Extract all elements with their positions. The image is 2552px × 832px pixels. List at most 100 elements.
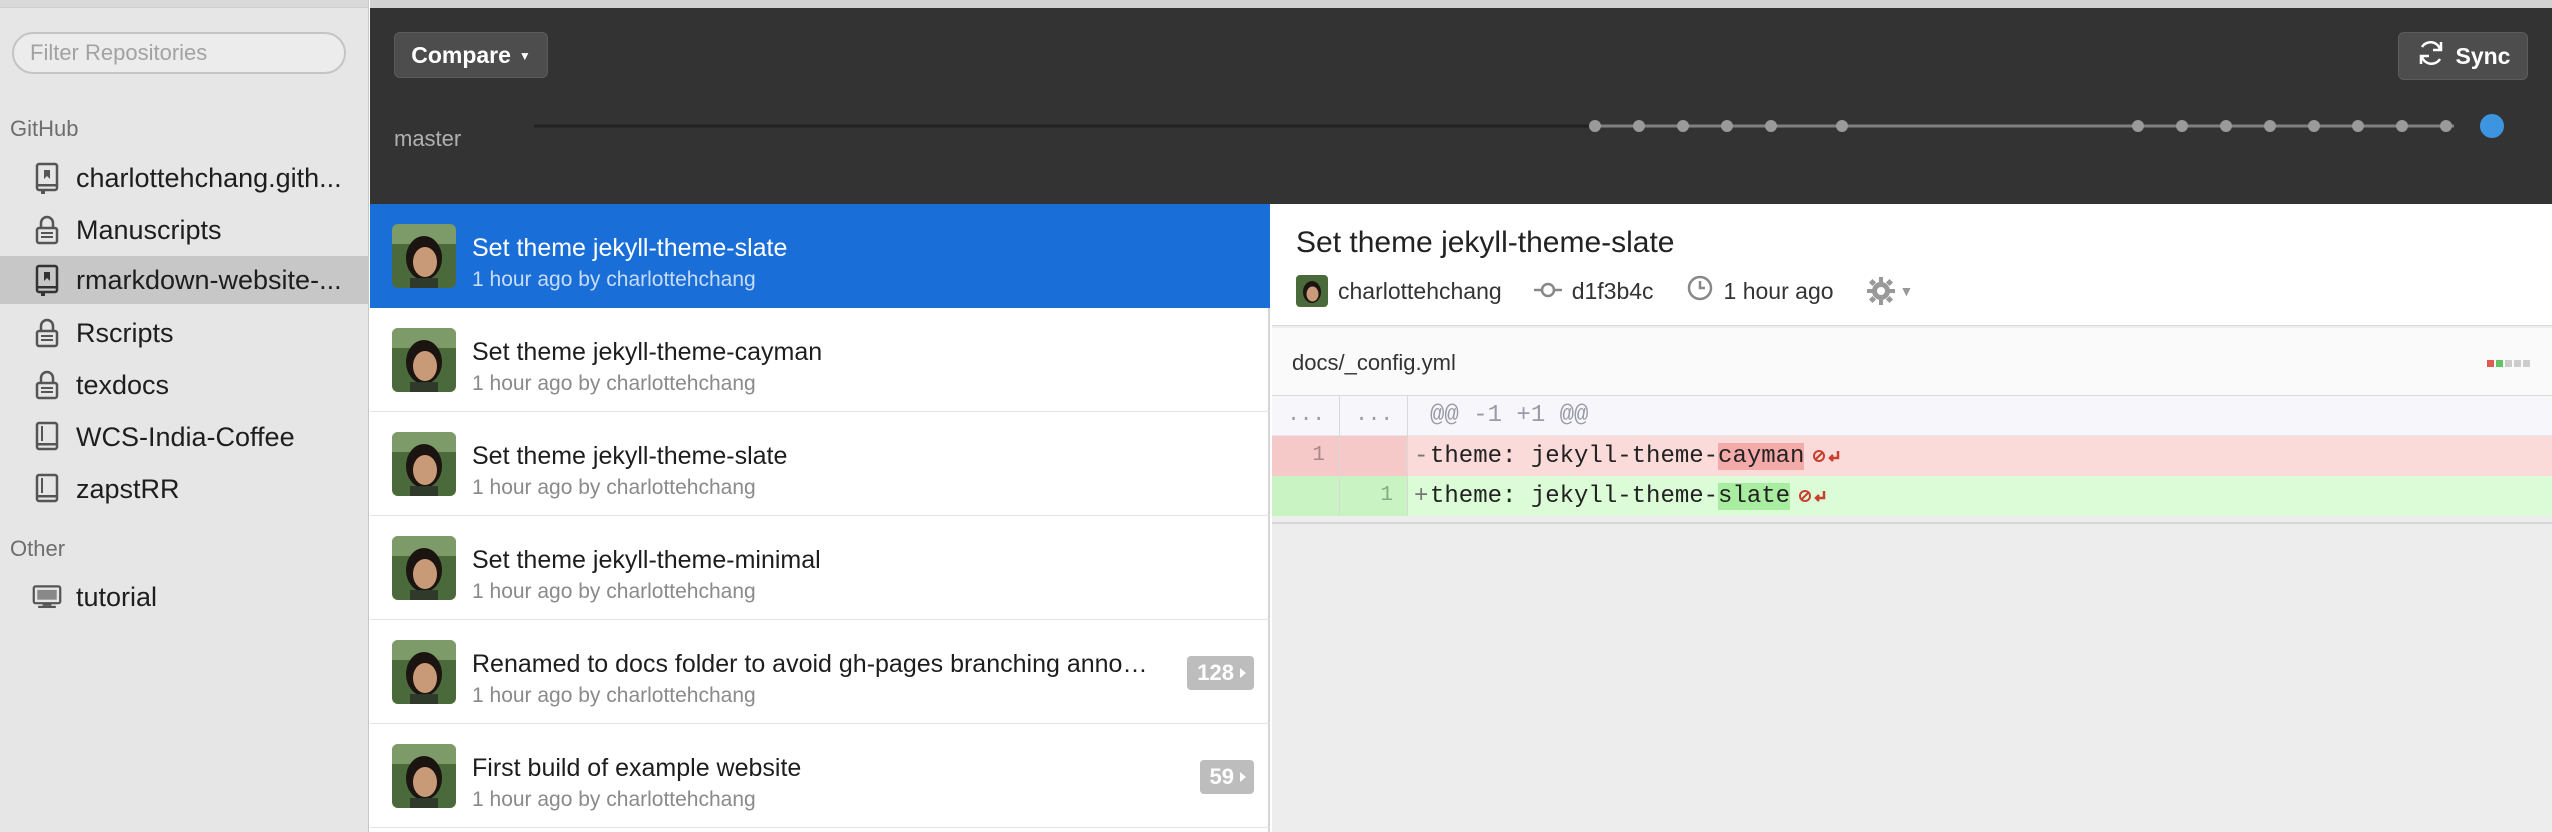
caret-down-icon: ▼ bbox=[518, 49, 531, 63]
repo-item[interactable]: WCS-India-Coffee bbox=[0, 413, 368, 461]
commit-title: Renamed to docs folder to avoid gh-pages… bbox=[472, 650, 1152, 678]
arrow-right-icon bbox=[1240, 668, 1246, 678]
lock-icon bbox=[32, 316, 62, 350]
commit-detail-title: Set theme jekyll-theme-slate bbox=[1296, 226, 1675, 259]
compare-label: Compare bbox=[411, 41, 511, 68]
computer-icon bbox=[32, 580, 62, 614]
clock-icon bbox=[1686, 274, 1714, 308]
commit-title: Set theme jekyll-theme-cayman bbox=[472, 338, 823, 366]
avatar bbox=[392, 328, 456, 392]
diff-view: ... ... @@ -1 +1 @@ 1 - theme: jekyll-the… bbox=[1272, 395, 2552, 516]
gear-icon[interactable]: ▼ bbox=[1866, 276, 1914, 306]
avatar bbox=[392, 640, 456, 704]
section-title-other: Other bbox=[10, 536, 66, 561]
commit-detail-header: Set theme jekyll-theme-slate charlottehc… bbox=[1272, 204, 2552, 326]
timeline-current-commit bbox=[2480, 114, 2504, 138]
commit-time: 1 hour ago bbox=[1723, 277, 1834, 304]
repo-label: charlottehchang.gith... bbox=[76, 162, 342, 193]
toolbar: Compare ▼ Sync master bbox=[370, 8, 2552, 204]
commit-title: Set theme jekyll-theme-minimal bbox=[472, 546, 821, 574]
new-line-number: 1 bbox=[1340, 476, 1408, 516]
repo-label: zapstRR bbox=[76, 473, 180, 504]
repo-label: Rscripts bbox=[76, 317, 174, 348]
repo-item[interactable]: zapstRR bbox=[0, 465, 368, 513]
sidebar-top-edge bbox=[0, 0, 368, 8]
lock-icon bbox=[32, 213, 62, 247]
commit-meta: 1 hour ago by charlottehchang bbox=[472, 476, 756, 499]
diff-mark: + bbox=[1414, 482, 1429, 510]
changed-text: slate bbox=[1718, 482, 1791, 510]
repo-item[interactable]: Manuscripts bbox=[0, 206, 368, 254]
diff-code: + theme: jekyll-theme-slate bbox=[1408, 482, 1828, 510]
commit-timeline[interactable] bbox=[534, 94, 2514, 154]
commit-title: Set theme jekyll-theme-slate bbox=[472, 234, 788, 262]
sync-icon bbox=[2416, 38, 2446, 74]
old-line-number: 1 bbox=[1272, 436, 1340, 476]
compare-button[interactable]: Compare ▼ bbox=[394, 32, 548, 78]
commit-meta: 1 hour ago by charlottehchang bbox=[472, 372, 756, 395]
filter-repositories-input[interactable] bbox=[12, 32, 346, 74]
caret-down-icon: ▼ bbox=[1899, 283, 1914, 299]
commit-sha-icon bbox=[1533, 278, 1562, 305]
lock-icon bbox=[32, 368, 62, 402]
diffstat bbox=[2487, 360, 2530, 367]
repo-icon bbox=[32, 263, 62, 297]
repo-icon bbox=[32, 161, 62, 195]
diff-line-deleted: 1 - theme: jekyll-theme-cayman bbox=[1272, 436, 2552, 476]
repo-label: texdocs bbox=[76, 369, 170, 400]
commit-meta: 1 hour ago by charlottehchang bbox=[472, 268, 756, 291]
repo-item[interactable]: texdocs bbox=[0, 361, 368, 409]
repo-item-selected[interactable]: rmarkdown-website-... bbox=[0, 256, 368, 304]
new-line-number bbox=[1340, 436, 1408, 476]
new-line-number: ... bbox=[1340, 395, 1408, 436]
old-line-number: ... bbox=[1272, 395, 1340, 436]
avatar bbox=[1296, 275, 1328, 307]
commit-list: Set theme jekyll-theme-slate 1 hour ago … bbox=[370, 204, 1270, 832]
code-text: theme: jekyll-theme- bbox=[1430, 482, 1719, 510]
commit-item[interactable]: Set theme jekyll-theme-slate 1 hour ago … bbox=[370, 412, 1270, 516]
repo-label: Manuscripts bbox=[76, 214, 222, 245]
diff-code: - theme: jekyll-theme-cayman bbox=[1408, 442, 1842, 470]
hunk-header: ... ... @@ -1 +1 @@ bbox=[1272, 395, 2552, 436]
file-name: docs/_config.yml bbox=[1292, 350, 1456, 375]
commit-item[interactable]: Set theme jekyll-theme-cayman 1 hour ago… bbox=[370, 308, 1270, 412]
repo-item[interactable]: Rscripts bbox=[0, 309, 368, 357]
file-header[interactable]: docs/_config.yml bbox=[1272, 328, 2552, 396]
no-newline-icon bbox=[1812, 448, 1842, 464]
avatar bbox=[392, 536, 456, 600]
expand-badge[interactable]: 59 bbox=[1199, 760, 1254, 794]
code-text: theme: jekyll-theme- bbox=[1430, 442, 1719, 470]
commit-sha[interactable]: d1f3b4c bbox=[1572, 278, 1654, 305]
commit-item[interactable]: Set theme jekyll-theme-minimal 1 hour ag… bbox=[370, 516, 1270, 620]
changed-text: cayman bbox=[1718, 442, 1805, 470]
book-icon bbox=[32, 472, 62, 506]
hunk-text: @@ -1 +1 @@ bbox=[1430, 402, 1589, 429]
expand-badge[interactable]: 128 bbox=[1187, 656, 1254, 690]
badge-count: 59 bbox=[1209, 764, 1234, 789]
old-line-number bbox=[1272, 476, 1340, 516]
repo-label: rmarkdown-website-... bbox=[76, 264, 342, 295]
repo-item[interactable]: tutorial bbox=[0, 573, 368, 621]
branch-label: master bbox=[394, 126, 462, 151]
commit-detail-meta: charlottehchang d1f3b4c 1 hour ago ▼ bbox=[1296, 274, 1913, 308]
author-name[interactable]: charlottehchang bbox=[1338, 278, 1502, 305]
sidebar: GitHub charlottehchang.gith... Manuscrip… bbox=[0, 0, 369, 832]
diff-line-added: 1 + theme: jekyll-theme-slate bbox=[1272, 476, 2552, 516]
sync-button[interactable]: Sync bbox=[2398, 32, 2528, 80]
book-icon bbox=[32, 420, 62, 454]
no-newline-icon bbox=[1798, 488, 1828, 504]
window-top-edge bbox=[370, 0, 2552, 8]
avatar bbox=[392, 744, 456, 808]
diff-mark: - bbox=[1414, 442, 1429, 470]
repo-item[interactable]: charlottehchang.gith... bbox=[0, 154, 368, 202]
commit-meta: 1 hour ago by charlottehchang bbox=[472, 580, 756, 603]
sync-label: Sync bbox=[2455, 42, 2511, 69]
avatar bbox=[392, 432, 456, 496]
commit-meta: 1 hour ago by charlottehchang bbox=[472, 788, 756, 811]
commit-title: First build of example website bbox=[472, 754, 802, 782]
commit-item[interactable]: Renamed to docs folder to avoid gh-pages… bbox=[370, 620, 1270, 724]
badge-count: 128 bbox=[1197, 660, 1234, 685]
commit-item[interactable]: First build of example website 1 hour ag… bbox=[370, 724, 1270, 828]
commit-item-selected[interactable]: Set theme jekyll-theme-slate 1 hour ago … bbox=[370, 204, 1270, 308]
repo-label: WCS-India-Coffee bbox=[76, 421, 295, 452]
